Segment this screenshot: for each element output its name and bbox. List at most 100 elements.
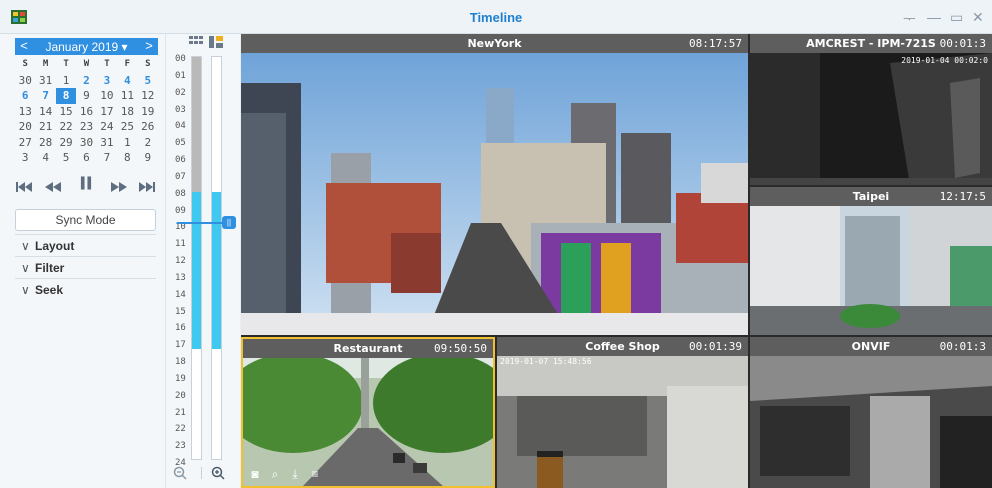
camera-tile-taipei[interactable]: Taipei 12:17:5 — [750, 187, 992, 335]
calendar-day[interactable]: 19 — [138, 104, 158, 120]
calendar-day[interactable]: 30 — [15, 73, 35, 89]
camera-name: NewYork — [467, 37, 522, 50]
calendar-day[interactable]: 24 — [97, 119, 117, 135]
skip-forward-icon[interactable] — [138, 179, 156, 195]
camera-osd-timestamp: 2019-01-04 00:02:0 — [901, 56, 988, 65]
calendar-day[interactable]: 6 — [15, 88, 35, 104]
calendar-day[interactable]: 20 — [15, 119, 35, 135]
minimize-icon[interactable]: — — [927, 9, 941, 25]
calendar-day[interactable]: 16 — [76, 104, 96, 120]
sync-mode-button[interactable]: Sync Mode — [15, 209, 156, 231]
camera-video-taipei — [750, 206, 992, 335]
calendar-day[interactable]: 30 — [76, 135, 96, 151]
hour-label: 17 — [175, 340, 186, 351]
calendar-day[interactable]: 1 — [56, 73, 76, 89]
calendar-day[interactable]: 31 — [35, 73, 55, 89]
chevron-down-icon: ∨ — [21, 261, 30, 275]
skip-back-icon[interactable] — [15, 179, 33, 195]
rewind-icon[interactable] — [44, 179, 62, 195]
zoom-out-icon[interactable] — [173, 466, 187, 480]
hour-label: 07 — [175, 171, 186, 182]
hour-label: 13 — [175, 272, 186, 283]
hour-label: 11 — [175, 239, 186, 250]
calendar-next-button[interactable]: > — [142, 38, 156, 53]
calendar-day[interactable]: 31 — [97, 135, 117, 151]
recording-bar — [212, 192, 221, 349]
calendar-day[interactable]: 27 — [15, 135, 35, 151]
calendar-day[interactable]: 18 — [117, 104, 137, 120]
calendar-day[interactable]: 3 — [15, 150, 35, 166]
seek-section[interactable]: ∨ Seek — [15, 278, 156, 300]
recording-track-1[interactable] — [191, 56, 202, 460]
calendar-day[interactable]: 25 — [117, 119, 137, 135]
layout-section-label: Layout — [35, 239, 75, 253]
maximize-icon[interactable]: ▭ — [950, 9, 963, 26]
camera-tile-coffee-shop[interactable]: Coffee Shop 00:01:39 2019-01-07 15:48:56 — [497, 337, 748, 488]
calendar-day[interactable]: 10 — [97, 88, 117, 104]
snapshot-icon[interactable]: ◙ — [247, 466, 263, 482]
chevron-down-icon: ∨ — [21, 239, 30, 253]
calendar-day[interactable]: 14 — [35, 104, 55, 120]
pause-icon[interactable] — [78, 175, 94, 191]
calendar-day[interactable]: 23 — [76, 119, 96, 135]
calendar-header: < January 2019 ▾ > — [15, 38, 158, 55]
calendar-day[interactable]: 6 — [76, 150, 96, 166]
camera-tile-restaurant[interactable]: Restaurant 09:50:50 ◙ ⌕ ⤓ ≡ — [241, 337, 495, 488]
camera-tile-amcrest[interactable]: AMCREST - IPM-721S 00:01:3 2019-01-04 00… — [750, 34, 992, 185]
pin-icon[interactable]: ᅮ — [903, 9, 916, 29]
recording-bar-past — [192, 57, 201, 192]
weekday-header: M — [42, 59, 49, 69]
calendar-month-selector[interactable]: January 2019 ▾ — [15, 40, 158, 54]
calendar-day[interactable]: 4 — [117, 73, 137, 89]
calendar-day[interactable]: 2 — [138, 135, 158, 151]
calendar-day[interactable]: 17 — [97, 104, 117, 120]
close-icon[interactable]: ✕ — [972, 9, 984, 26]
calendar-day[interactable]: 7 — [97, 150, 117, 166]
calendar-day[interactable]: 4 — [35, 150, 55, 166]
title-bar: Timeline ᅮ — ▭ ✕ — [0, 0, 992, 34]
calendar-day[interactable]: 8 — [55, 88, 77, 104]
calendar-day[interactable]: 28 — [35, 135, 55, 151]
hour-label: 12 — [175, 256, 186, 266]
grid-view-icon[interactable] — [189, 36, 203, 48]
zoom-icon[interactable]: ⌕ — [267, 466, 283, 482]
calendar-day[interactable]: 9 — [138, 150, 158, 166]
calendar-day[interactable]: 5 — [56, 150, 76, 166]
calendar-day[interactable]: 21 — [35, 119, 55, 135]
time-cursor-line — [177, 222, 227, 224]
timeline-view-icon[interactable] — [209, 36, 223, 48]
calendar-day[interactable]: 11 — [117, 88, 137, 104]
camera-tile-onvif[interactable]: ONVIF 00:01:3 — [750, 337, 992, 488]
weekday-header: S — [22, 59, 28, 69]
zoom-in-icon[interactable] — [211, 466, 225, 480]
calendar-day[interactable]: 5 — [138, 73, 158, 89]
calendar-day[interactable]: 7 — [35, 88, 55, 104]
fast-forward-icon[interactable] — [110, 179, 128, 195]
calendar-day[interactable]: 9 — [76, 88, 96, 104]
calendar-day[interactable]: 2 — [76, 73, 96, 89]
calendar-day[interactable]: 1 — [117, 135, 137, 151]
calendar-day[interactable]: 22 — [56, 119, 76, 135]
adjust-icon[interactable]: ≡ — [307, 466, 323, 482]
calendar-day[interactable]: 8 — [117, 150, 137, 166]
calendar-day[interactable]: 3 — [97, 73, 117, 89]
camera-tile-newyork[interactable]: NewYork 08:17:57 — [241, 34, 748, 335]
camera-header: Restaurant 09:50:50 — [243, 339, 493, 358]
recording-bar — [192, 192, 201, 349]
hour-label: 04 — [175, 121, 186, 132]
layout-section[interactable]: ∨ Layout — [15, 234, 156, 256]
timeline-panel: 00 01 02 03 04 05 06 07 08 09 10 11 12 13 14 15 16 17 18 19… — [165, 34, 240, 488]
calendar-day[interactable]: 13 — [15, 104, 35, 120]
recording-track-2[interactable] — [211, 56, 222, 460]
camera-grid: NewYork 08:17:57 AMCREST - IPM-721S 00:0… — [241, 34, 992, 488]
calendar-day[interactable]: 15 — [56, 104, 76, 120]
calendar-day[interactable]: 29 — [56, 135, 76, 151]
hour-label: 09 — [175, 205, 186, 216]
weekday-header: S — [145, 59, 151, 69]
filter-section[interactable]: ∨ Filter — [15, 256, 156, 278]
time-cursor-handle[interactable]: || — [222, 216, 236, 229]
calendar-day[interactable]: 12 — [138, 88, 158, 104]
download-icon[interactable]: ⤓ — [287, 466, 303, 482]
calendar-day[interactable]: 26 — [138, 119, 158, 135]
hour-label: 23 — [175, 441, 186, 452]
